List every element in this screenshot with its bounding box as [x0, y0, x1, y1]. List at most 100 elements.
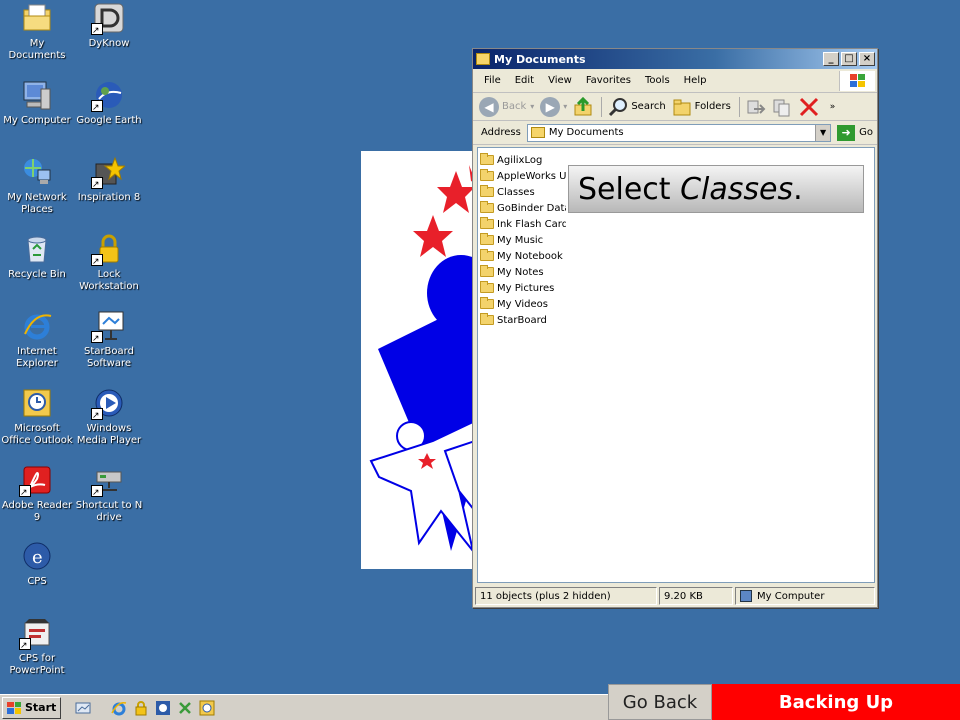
go-back-button[interactable]: Go Back [608, 684, 712, 720]
folder-icon [480, 153, 494, 165]
folder-icon [480, 233, 494, 245]
toolbar-overflow-icon[interactable]: » [830, 102, 836, 112]
desktop-icon-google-earth[interactable]: Google Earth [72, 79, 146, 127]
menu-edit[interactable]: Edit [508, 75, 541, 86]
minimize-button[interactable]: _ [823, 52, 839, 66]
background-artwork [361, 151, 475, 569]
list-item[interactable]: AppleWorks User Data [480, 168, 566, 184]
desktop-icon-dyknow[interactable]: DyKnow [72, 2, 146, 50]
status-bar: 11 objects (plus 2 hidden) 9.20 KB My Co… [473, 585, 877, 607]
list-item-classes[interactable]: Classes [480, 184, 566, 200]
desktop-icon-my-documents[interactable]: My Documents [0, 2, 74, 62]
title-bar[interactable]: My Documents _ □ × [473, 49, 877, 69]
list-item[interactable]: GoBinder Database [480, 200, 566, 216]
list-item[interactable]: My Notes [480, 264, 566, 280]
outlook-icon [21, 387, 53, 419]
adobe-reader-icon [19, 464, 53, 498]
menu-help[interactable]: Help [677, 75, 714, 86]
instruction-callout: Select Classes. [568, 165, 864, 213]
go-arrow-icon: ➜ [837, 124, 856, 141]
forward-arrow-icon: ▶ [540, 96, 561, 117]
desktop-icon-starboard[interactable]: StarBoard Software [72, 310, 146, 370]
folder-icon [530, 127, 545, 138]
lock-icon[interactable] [133, 700, 149, 716]
list-item[interactable]: My Videos [480, 296, 566, 312]
folders-icon [673, 99, 691, 115]
delete-icon [799, 97, 818, 116]
recycle-bin-icon [21, 233, 53, 265]
address-value: My Documents [548, 127, 624, 138]
list-item[interactable]: My Pictures [480, 280, 566, 296]
search-button[interactable]: Search [608, 97, 666, 117]
windows-logo-icon [839, 71, 875, 91]
folder-icon [480, 281, 494, 293]
outlook-icon[interactable] [199, 700, 215, 716]
computer-icon [740, 590, 752, 602]
folder-icon [480, 217, 494, 229]
toolbar-separator [601, 96, 603, 117]
desktop-icon-cps[interactable]: e CPS [0, 540, 74, 588]
status-objects: 11 objects (plus 2 hidden) [475, 587, 657, 605]
tools-icon[interactable] [177, 700, 193, 716]
forward-button[interactable]: ▶ ▾ [540, 96, 568, 117]
chevron-down-icon: ▾ [563, 102, 568, 111]
menu-file[interactable]: File [477, 75, 508, 86]
status-size: 9.20 KB [659, 587, 733, 605]
google-earth-icon [91, 79, 125, 113]
delete-button[interactable] [798, 96, 820, 118]
inspiration-icon [91, 156, 127, 190]
menu-view[interactable]: View [541, 75, 579, 86]
cps-icon: e [21, 540, 53, 572]
starboard-icon [91, 310, 125, 344]
menu-bar: File Edit View Favorites Tools Help [473, 69, 877, 93]
media-player-icon [91, 387, 125, 421]
move-to-button[interactable] [746, 97, 766, 117]
dyknow-icon [91, 2, 125, 36]
up-folder-icon [574, 96, 592, 115]
my-documents-icon [21, 2, 53, 34]
copy-to-button[interactable] [772, 97, 792, 117]
desktop-icon-outlook[interactable]: Microsoft Office Outlook [0, 387, 74, 447]
desktop-icon-recycle-bin[interactable]: Recycle Bin [0, 233, 74, 281]
move-to-icon [747, 100, 766, 114]
folder-icon [480, 169, 494, 181]
list-item[interactable]: AgilixLog [480, 152, 566, 168]
list-item[interactable]: My Notebook [480, 248, 566, 264]
desktop-icon-internet-explorer[interactable]: Internet Explorer [0, 310, 74, 370]
desktop-icon-cps-powerpoint[interactable]: CPS for PowerPoint [0, 617, 74, 677]
menu-favorites[interactable]: Favorites [579, 75, 638, 86]
internet-explorer-icon[interactable] [111, 700, 127, 716]
lock-icon [91, 233, 125, 267]
desktop-icon-lock-workstation[interactable]: Lock Workstation [72, 233, 146, 293]
svg-text:e: e [32, 547, 43, 568]
desktop-icon-network-places[interactable]: My Network Places [0, 156, 74, 216]
search-icon [609, 97, 628, 116]
back-button[interactable]: ◀ Back ▾ [479, 96, 535, 117]
desktop-icon-my-computer[interactable]: My Computer [0, 79, 74, 127]
menu-tools[interactable]: Tools [638, 75, 677, 86]
list-item[interactable]: StarBoard [480, 312, 566, 328]
maximize-button[interactable]: □ [841, 52, 857, 66]
chevron-down-icon[interactable]: ▼ [815, 124, 831, 141]
red-star [413, 215, 453, 257]
cps-icon[interactable] [155, 700, 171, 716]
instruction-emphasis: Classes [680, 171, 794, 207]
list-item[interactable]: Ink Flash Cards [480, 216, 566, 232]
close-button[interactable]: × [859, 52, 875, 66]
desktop-icon-network-drive[interactable]: Shortcut to N drive [72, 464, 146, 524]
folder-icon [480, 201, 494, 213]
folder-icon [480, 313, 494, 325]
up-folder-button[interactable] [573, 96, 593, 117]
list-item[interactable]: My Music [480, 232, 566, 248]
chevron-down-icon: ▾ [530, 102, 535, 111]
desktop-icon-adobe-reader[interactable]: Adobe Reader 9 [0, 464, 74, 524]
folders-button[interactable]: Folders [672, 97, 731, 117]
go-button[interactable]: ➜ Go [837, 124, 873, 141]
desktop-icon-media-player[interactable]: Windows Media Player [72, 387, 146, 447]
start-button[interactable]: Start [2, 696, 62, 719]
address-bar: Address My Documents ▼ ➜ Go [473, 121, 877, 145]
desktop-icon-inspiration[interactable]: Inspiration 8 [72, 156, 146, 204]
show-desktop-icon[interactable] [75, 700, 91, 716]
explorer-window: My Documents _ □ × File Edit View Favori… [472, 48, 878, 608]
address-field[interactable]: My Documents ▼ [526, 123, 832, 142]
